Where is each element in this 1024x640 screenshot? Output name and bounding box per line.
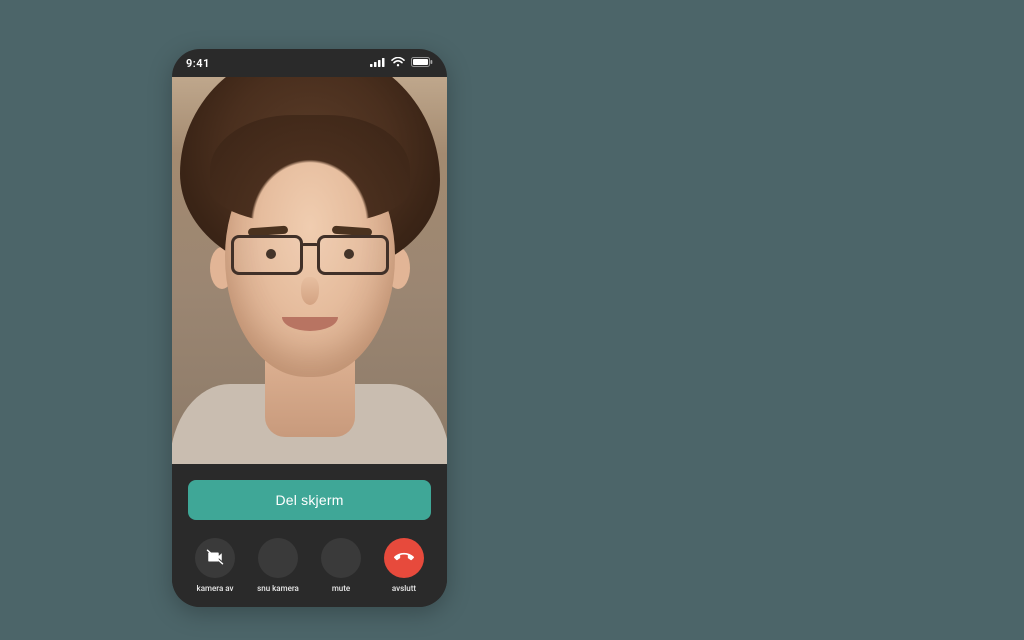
call-button-row: kamera av snu kamera mute bbox=[188, 538, 431, 593]
microphone-off-icon bbox=[332, 548, 350, 569]
camera-off-label: kamera av bbox=[197, 584, 234, 593]
end-call-button[interactable] bbox=[384, 538, 424, 578]
camera-off-button[interactable] bbox=[195, 538, 235, 578]
status-time: 9:41 bbox=[186, 57, 210, 70]
mute-button[interactable] bbox=[321, 538, 361, 578]
glasses-graphic bbox=[225, 235, 395, 277]
battery-icon bbox=[411, 57, 433, 70]
status-bar: 9:41 bbox=[172, 49, 447, 77]
wifi-icon bbox=[391, 57, 405, 70]
mute-label: mute bbox=[332, 584, 350, 593]
phone-hangup-icon bbox=[394, 547, 414, 570]
end-call-label: avslutt bbox=[392, 584, 416, 593]
phone-mockup: 9:41 Del skjerm bbox=[172, 49, 447, 607]
remote-video-feed bbox=[172, 77, 447, 464]
call-controls: Del skjerm kamera av snu kamera bbox=[172, 464, 447, 607]
flip-camera-label: snu kamera bbox=[257, 584, 299, 593]
flip-camera-icon bbox=[269, 548, 287, 569]
share-screen-button[interactable]: Del skjerm bbox=[188, 480, 431, 520]
flip-camera-button[interactable] bbox=[258, 538, 298, 578]
status-icons bbox=[370, 57, 433, 70]
signal-icon bbox=[370, 57, 385, 70]
camera-off-icon bbox=[206, 548, 224, 569]
